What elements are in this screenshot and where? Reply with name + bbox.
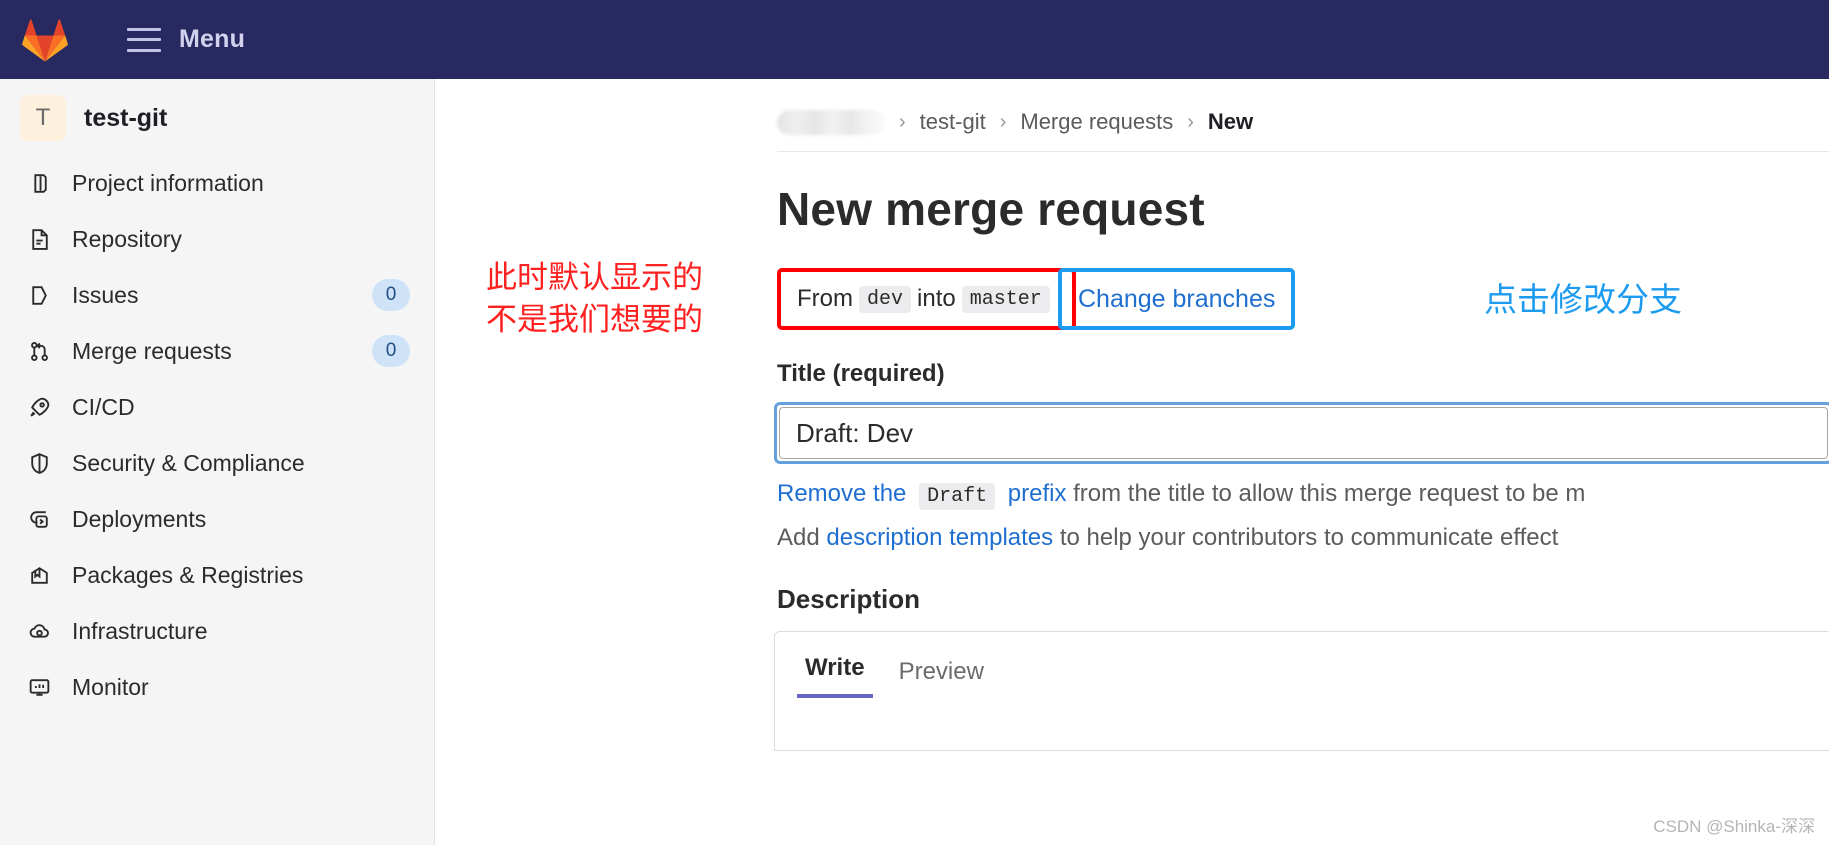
- sidebar-item-infrastructure[interactable]: Infrastructure: [0, 603, 434, 659]
- sidebar-item-label: Repository: [72, 225, 182, 252]
- draft-help-line: Remove the Draft prefix from the title t…: [777, 480, 1829, 510]
- description-templates-link[interactable]: description templates: [826, 524, 1053, 551]
- title-input[interactable]: [779, 407, 1828, 459]
- repository-icon: [24, 224, 54, 254]
- hamburger-menu-icon[interactable]: [127, 27, 161, 52]
- breadcrumb-merge-requests[interactable]: Merge requests: [1020, 109, 1173, 135]
- top-navigation-bar: Menu: [0, 0, 1829, 79]
- add-label: Add: [777, 524, 820, 551]
- issues-icon: [24, 280, 54, 310]
- sidebar-item-label: Issues: [72, 281, 139, 308]
- sidebar-item-label: Packages & Registries: [72, 561, 304, 588]
- annotation-left-line1: 此时默认显示的: [486, 260, 703, 295]
- sidebar-item-monitor[interactable]: Monitor: [0, 659, 434, 715]
- breadcrumb-separator: ›: [999, 110, 1007, 133]
- annotation-right: 点击修改分支: [1484, 281, 1682, 318]
- draft-code-chip: Draft: [919, 483, 996, 510]
- title-input-focus-ring: [774, 402, 1829, 464]
- sidebar-item-label: Project information: [72, 169, 264, 196]
- description-label: Description: [777, 584, 921, 614]
- sidebar-item-label: Monitor: [72, 673, 149, 700]
- remove-draft-prefix-link-start[interactable]: Remove the: [777, 480, 906, 507]
- sidebar-item-merge-requests[interactable]: Merge requests 0: [0, 323, 434, 379]
- draft-help-rest: from the title to allow this merge reque…: [1073, 480, 1586, 507]
- change-branches-link[interactable]: Change branches: [1078, 285, 1275, 314]
- change-branches-highlight-box[interactable]: Change branches: [1058, 268, 1296, 330]
- monitor-icon: [24, 672, 54, 702]
- issues-count-badge: 0: [372, 279, 410, 311]
- annotation-left: 此时默认显示的 不是我们想要的: [486, 257, 703, 341]
- project-name: test-git: [84, 103, 168, 132]
- branch-summary-highlight-box: From dev into master: [777, 268, 1076, 330]
- rocket-icon: [24, 392, 54, 422]
- sidebar-item-project-information[interactable]: Project information: [0, 155, 434, 211]
- tab-write[interactable]: Write: [797, 654, 873, 698]
- title-field-label: Title (required): [777, 360, 945, 387]
- project-sidebar: T test-git Project information Repositor…: [0, 79, 435, 845]
- branch-into-label: into: [917, 285, 956, 312]
- breadcrumb-redacted-group[interactable]: [777, 109, 885, 135]
- deployments-icon: [24, 504, 54, 534]
- shield-icon: [24, 448, 54, 478]
- merge-requests-icon: [24, 336, 54, 366]
- sidebar-item-label: Deployments: [72, 505, 207, 532]
- breadcrumb-project[interactable]: test-git: [920, 109, 986, 135]
- project-information-icon: [24, 168, 54, 198]
- branch-from-label: From: [797, 285, 853, 312]
- project-avatar: T: [20, 95, 66, 141]
- sidebar-item-label: Security & Compliance: [72, 449, 305, 476]
- source-branch-name: dev: [859, 285, 912, 313]
- sidebar-item-security-compliance[interactable]: Security & Compliance: [0, 435, 434, 491]
- sidebar-item-label: Infrastructure: [72, 617, 208, 644]
- package-icon: [24, 560, 54, 590]
- watermark: CSDN @Shinka-深深: [1653, 817, 1815, 836]
- sidebar-item-issues[interactable]: Issues 0: [0, 267, 434, 323]
- merge-requests-count-badge: 0: [372, 335, 410, 367]
- gitlab-logo-icon[interactable]: [22, 18, 68, 62]
- breadcrumb-current: New: [1207, 109, 1254, 134]
- target-branch-name: master: [961, 285, 1050, 313]
- sidebar-item-repository[interactable]: Repository: [0, 211, 434, 267]
- sidebar-project-header[interactable]: T test-git: [0, 79, 434, 155]
- tab-preview[interactable]: Preview: [891, 658, 992, 698]
- sidebar-item-packages-registries[interactable]: Packages & Registries: [0, 547, 434, 603]
- sidebar-item-deployments[interactable]: Deployments: [0, 491, 434, 547]
- description-templates-help-rest: to help your contributors to communicate…: [1059, 524, 1559, 551]
- description-editor: Write Preview: [774, 631, 1829, 751]
- annotation-left-line2: 不是我们想要的: [486, 301, 703, 337]
- breadcrumb-separator: ›: [899, 110, 906, 133]
- page-title: New merge request: [777, 183, 1205, 235]
- menu-label[interactable]: Menu: [179, 25, 245, 54]
- remove-draft-prefix-link-end[interactable]: prefix: [1008, 480, 1067, 507]
- description-templates-help-line: Add description templates to help your c…: [777, 524, 1829, 552]
- sidebar-item-label: CI/CD: [72, 393, 135, 420]
- breadcrumb: › test-git › Merge requests › New: [436, 79, 1829, 135]
- breadcrumb-separator: ›: [1187, 110, 1194, 133]
- description-tabs: Write Preview: [775, 632, 1829, 698]
- sidebar-item-ci-cd[interactable]: CI/CD: [0, 379, 434, 435]
- infrastructure-cloud-icon: [24, 616, 54, 646]
- sidebar-item-label: Merge requests: [72, 337, 232, 364]
- breadcrumb-divider: [777, 151, 1829, 152]
- main-content: › test-git › Merge requests › New New me…: [436, 79, 1829, 845]
- app-root: Menu T test-git Project information Repo…: [0, 0, 1829, 845]
